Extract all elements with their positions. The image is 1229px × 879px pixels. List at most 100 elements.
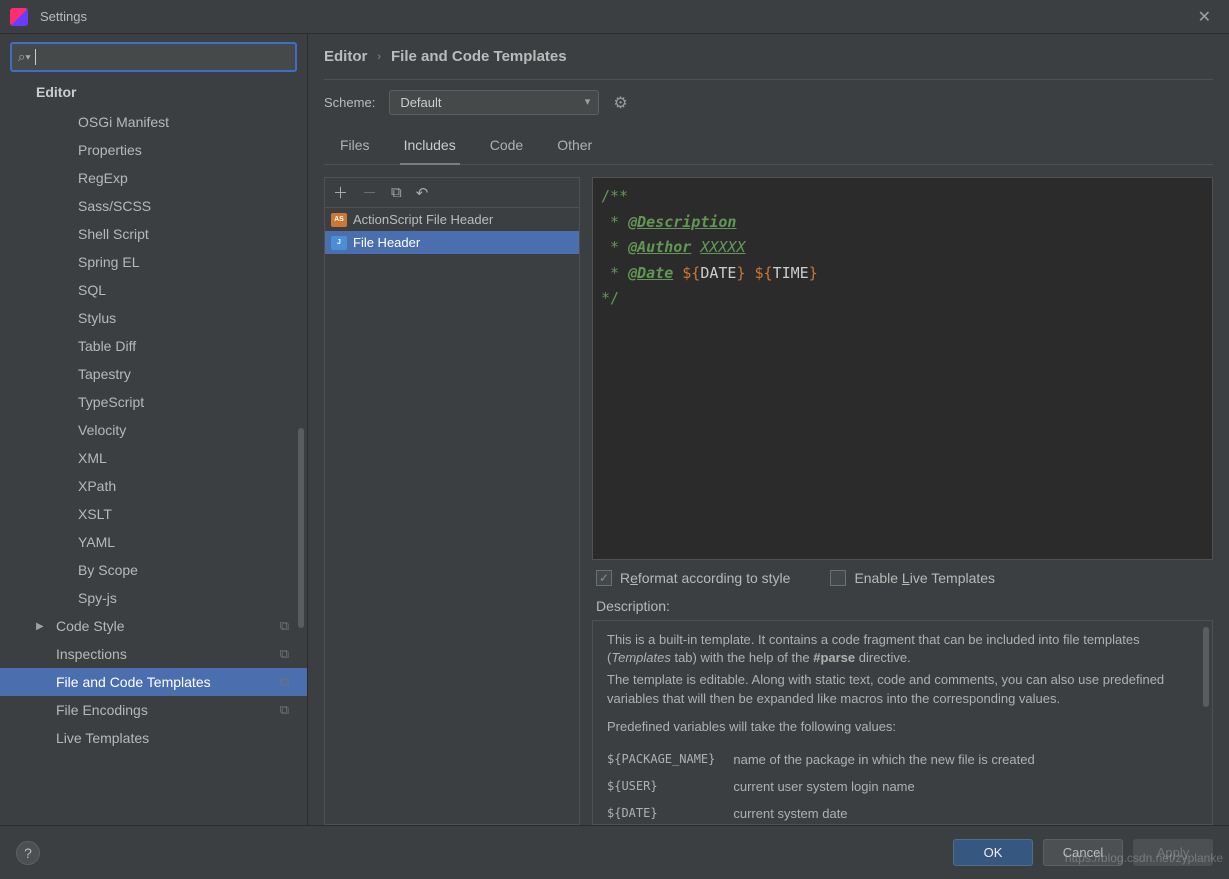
tab[interactable]: Other	[553, 131, 596, 165]
project-scope-icon: ⧉	[280, 618, 289, 634]
apply-button: Apply	[1133, 839, 1213, 866]
table-row: ${PACKAGE_NAME}name of the package in wh…	[607, 746, 1053, 773]
title-bar: Settings ✕	[0, 0, 1229, 34]
sidebar-item[interactable]: TypeScript	[0, 388, 307, 416]
copy-icon[interactable]: ⧉	[391, 184, 402, 201]
file-type-icon: AS	[331, 213, 347, 227]
variable-name: ${PACKAGE_NAME}	[607, 746, 733, 773]
sidebar-item[interactable]: Sass/SCSS	[0, 192, 307, 220]
reformat-label: Reformat according to style	[620, 570, 790, 586]
tab[interactable]: Code	[486, 131, 527, 165]
project-scope-icon: ⧉	[280, 646, 289, 662]
sidebar-item[interactable]: SQL	[0, 276, 307, 304]
scheme-select[interactable]: Default	[389, 90, 599, 115]
sidebar-item[interactable]: ▶ Code Style ⧉	[0, 612, 307, 640]
gear-icon[interactable]: ⚙	[613, 93, 627, 113]
scheme-row: Scheme: Default ⚙	[324, 80, 1213, 125]
sidebar-item-label: Live Templates	[56, 730, 149, 746]
breadcrumb-current: File and Code Templates	[391, 48, 567, 65]
sidebar-item-label: SQL	[78, 282, 106, 298]
sidebar-item[interactable]: By Scope	[0, 556, 307, 584]
cancel-button[interactable]: Cancel	[1043, 839, 1123, 866]
search-input[interactable]	[36, 50, 289, 65]
description-label: Description:	[592, 596, 1213, 620]
scheme-label: Scheme:	[324, 95, 375, 110]
sidebar-item[interactable]: Stylus	[0, 304, 307, 332]
sidebar-item-label: OSGi Manifest	[78, 114, 169, 130]
sidebar-item[interactable]: Properties	[0, 136, 307, 164]
chevron-right-icon: ▶	[36, 621, 44, 632]
sidebar-item[interactable]: Spring EL	[0, 248, 307, 276]
search-icon: ⌕▾	[18, 49, 31, 65]
checkbox-box-icon: ✓	[596, 570, 612, 586]
description-text: This is a built-in template. It contains…	[607, 631, 1198, 667]
add-icon[interactable]: ＋	[333, 182, 348, 203]
sidebar-item-label: Velocity	[78, 422, 126, 438]
sidebar-item-label: RegExp	[78, 170, 128, 186]
sidebar-item-label: Code Style	[56, 618, 124, 634]
project-scope-icon: ⧉	[280, 674, 289, 690]
sidebar-item-label: Properties	[78, 142, 142, 158]
tab[interactable]: Files	[336, 131, 374, 165]
sidebar-item[interactable]: Table Diff	[0, 332, 307, 360]
project-scope-icon: ⧉	[280, 702, 289, 718]
description-text: The template is editable. Along with sta…	[607, 671, 1198, 707]
sidebar-item-label: File and Code Templates	[56, 674, 211, 690]
sidebar-item-label: Spring EL	[78, 254, 139, 270]
close-icon[interactable]: ✕	[1190, 3, 1219, 31]
reformat-checkbox[interactable]: ✓ Reformat according to style	[596, 570, 790, 586]
ok-button[interactable]: OK	[953, 839, 1033, 866]
sidebar-item[interactable]: Shell Script	[0, 220, 307, 248]
search-box[interactable]: ⌕▾	[10, 42, 297, 72]
breadcrumb-parent[interactable]: Editor	[324, 48, 367, 65]
sidebar: ⌕▾ Editor OSGi ManifestPropertiesRegExpS…	[0, 34, 308, 825]
sidebar-item[interactable]: File and Code Templates ⧉	[0, 668, 307, 696]
help-button[interactable]: ?	[16, 841, 40, 865]
sidebar-item[interactable]: OSGi Manifest	[0, 108, 307, 136]
sidebar-item[interactable]: RegExp	[0, 164, 307, 192]
sidebar-item[interactable]: XPath	[0, 472, 307, 500]
sidebar-item-label: TypeScript	[78, 394, 144, 410]
sidebar-item[interactable]: Spy-js	[0, 584, 307, 612]
code-editor[interactable]: /** * @Description * @Author XXXXX * @Da…	[592, 177, 1213, 560]
breadcrumb: Editor › File and Code Templates	[324, 48, 1213, 80]
variable-name: ${DATE}	[607, 800, 733, 825]
sidebar-item[interactable]: YAML	[0, 528, 307, 556]
window-title: Settings	[40, 9, 87, 24]
sidebar-item-label: XPath	[78, 478, 116, 494]
template-list-item[interactable]: ASActionScript File Header	[325, 208, 579, 231]
file-type-icon: J	[331, 236, 347, 250]
enable-live-templates-label: Enable Live Templates	[854, 570, 995, 586]
sidebar-item-label: Tapestry	[78, 366, 131, 382]
sidebar-item[interactable]: XSLT	[0, 500, 307, 528]
tab[interactable]: Includes	[400, 131, 460, 165]
sidebar-item-label: Shell Script	[78, 226, 149, 242]
sidebar-item-label: Spy-js	[78, 590, 117, 606]
scrollbar-thumb[interactable]	[298, 428, 304, 628]
sidebar-item-label: XML	[78, 450, 107, 466]
scrollbar-thumb[interactable]	[1203, 627, 1209, 707]
template-list: ＋ － ⧉ ↶ ASActionScript File Header J File …	[324, 177, 580, 825]
variable-desc: name of the package in which the new fil…	[733, 746, 1052, 773]
enable-live-templates-checkbox[interactable]: Enable Live Templates	[830, 570, 995, 586]
sidebar-item[interactable]: Tapestry	[0, 360, 307, 388]
sidebar-item[interactable]: Live Templates	[0, 724, 307, 752]
table-row: ${DATE}current system date	[607, 800, 1053, 825]
app-icon	[10, 8, 28, 26]
template-list-item[interactable]: J File Header	[325, 231, 579, 254]
checkbox-box-icon	[830, 570, 846, 586]
sidebar-item-label: YAML	[78, 534, 115, 550]
sidebar-item[interactable]: Inspections⧉	[0, 640, 307, 668]
content: Editor › File and Code Templates Scheme:…	[308, 34, 1229, 825]
description-box: This is a built-in template. It contains…	[592, 620, 1213, 825]
tabs: Files Includes Code Other	[324, 125, 1213, 165]
variable-name: ${USER}	[607, 773, 733, 800]
sidebar-item[interactable]: Velocity	[0, 416, 307, 444]
sidebar-item[interactable]: File Encodings⧉	[0, 696, 307, 724]
sidebar-item-label: By Scope	[78, 562, 138, 578]
sidebar-item[interactable]: XML	[0, 444, 307, 472]
template-list-item-label: File Header	[353, 235, 420, 250]
template-toolbar: ＋ － ⧉ ↶	[325, 178, 579, 208]
revert-icon[interactable]: ↶	[416, 184, 429, 202]
settings-tree[interactable]: Editor OSGi ManifestPropertiesRegExpSass…	[0, 78, 307, 825]
